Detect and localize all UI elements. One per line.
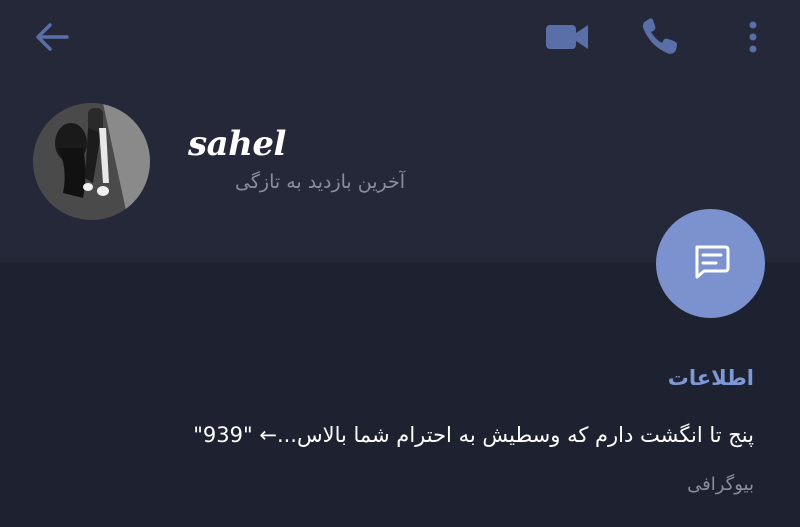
info-section-title: اطلاعات: [667, 366, 754, 390]
bio-text[interactable]: پنج تا انگشت دارم که وسطیش به احترام شما…: [54, 423, 754, 447]
more-options-icon[interactable]: [742, 18, 764, 56]
send-message-button[interactable]: [656, 209, 765, 318]
avatar[interactable]: [33, 103, 150, 220]
message-icon: [688, 239, 734, 289]
user-name: sahel: [188, 124, 286, 164]
back-arrow-icon[interactable]: [34, 22, 70, 52]
bio-label: بیوگرافی: [687, 474, 754, 495]
last-seen-status: آخرین بازدید به تازگی: [235, 171, 405, 193]
video-call-icon[interactable]: [545, 22, 589, 52]
phone-call-icon[interactable]: [640, 18, 680, 56]
